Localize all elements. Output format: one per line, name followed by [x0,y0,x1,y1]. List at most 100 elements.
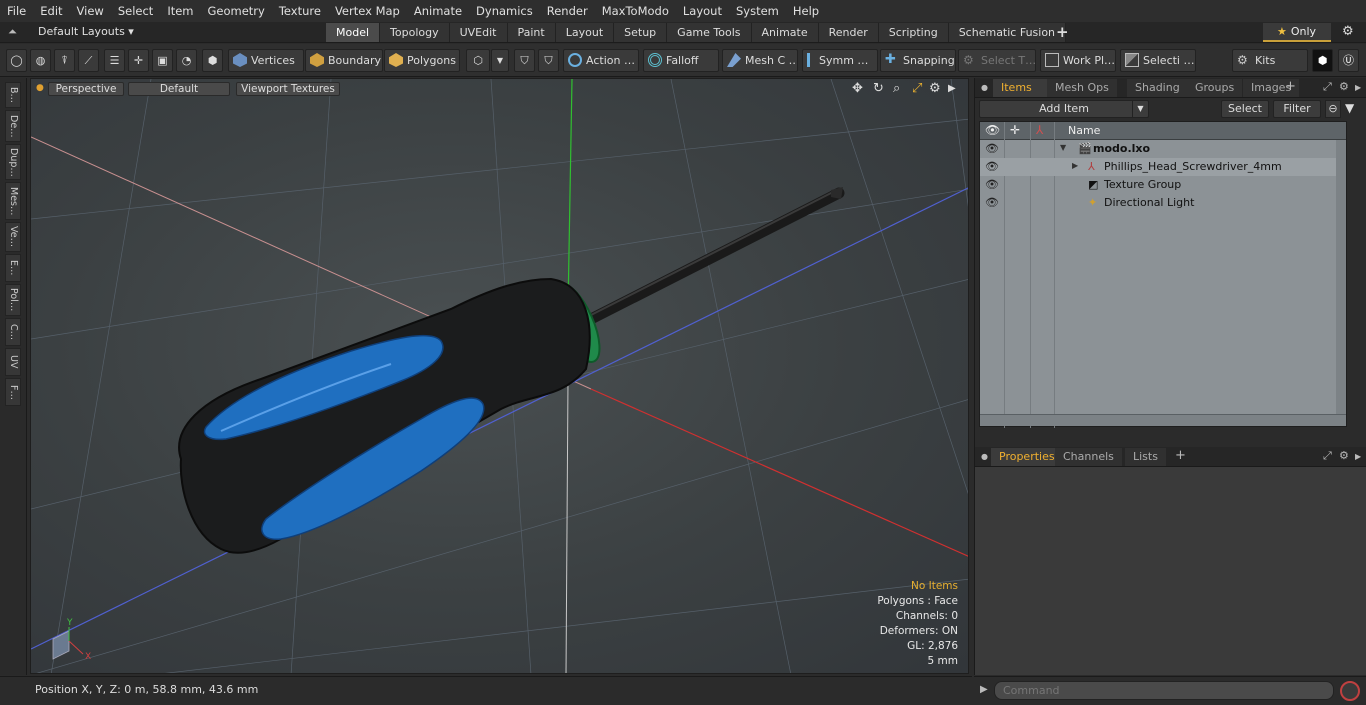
align-icon[interactable]: ☰ [104,49,125,72]
mesh-constraint-button[interactable]: Mesh C … [722,49,798,72]
command-history-arrow-icon[interactable]: ▶ [980,684,988,695]
tab-properties[interactable]: Properties [991,448,1063,466]
panel-maximize-icon[interactable]: ⤢ [1323,449,1332,463]
menu-animate[interactable]: Animate [407,0,469,22]
action-center-button[interactable]: Action … [563,49,639,72]
add-tab-icon[interactable]: + [1056,23,1069,41]
menu-geometry[interactable]: Geometry [201,0,272,22]
symmetry-y-icon[interactable]: ⛉ [538,49,559,72]
tab-animate[interactable]: Animate [751,23,819,42]
select-through-button[interactable]: ⚙ Select T… [958,49,1036,72]
horizontal-scrollbar[interactable] [980,414,1346,426]
tab-groups[interactable]: Groups [1187,79,1243,97]
gear-icon[interactable]: ⚙ [1342,24,1354,39]
tab-paint[interactable]: Paint [507,23,556,42]
menu-edit[interactable]: Edit [33,0,69,22]
menu-system[interactable]: System [729,0,786,22]
menu-vertex-map[interactable]: Vertex Map [328,0,407,22]
visibility-column-icon[interactable]: 👁 [985,123,1000,137]
menu-file[interactable]: File [0,0,33,22]
tab-layout[interactable]: Layout [555,23,615,42]
funnel-icon[interactable]: ▼ [1345,101,1354,115]
viewport-menu-dot[interactable]: ● [36,83,44,93]
command-input[interactable] [994,681,1334,700]
tab-topology[interactable]: Topology [380,23,450,42]
shading-dropdown[interactable]: Default [128,82,230,96]
chevron-down-icon[interactable]: ▼ [491,49,509,72]
scene-canvas[interactable]: X Y [31,79,969,674]
item-mode-icon[interactable]: ⬢ [202,49,223,72]
pen-icon[interactable]: ⍒ [54,49,75,72]
eye-icon[interactable]: 👁 [985,178,999,191]
selection-sets-button[interactable]: Selecti … [1120,49,1196,72]
tab-game-tools[interactable]: Game Tools [667,23,752,42]
tab-lists[interactable]: Lists [1125,448,1166,466]
zoom-icon[interactable]: ⌕ [893,81,900,96]
kits-button[interactable]: ⚙ Kits [1232,49,1308,72]
falloff-button[interactable]: Falloff [643,49,719,72]
menu-item[interactable]: Item [160,0,200,22]
vertices-button[interactable]: Vertices [228,49,304,72]
vertical-scrollbar[interactable] [1336,140,1346,416]
filter-button[interactable]: Filter [1273,100,1321,118]
menu-texture[interactable]: Texture [272,0,328,22]
tab-model[interactable]: Model [326,23,381,42]
chevron-down-icon[interactable]: ▼ [1132,101,1148,117]
tab-mesh-ops[interactable]: Mesh Ops [1047,79,1117,97]
record-macro-icon[interactable] [1340,681,1360,701]
tool-tab-uv[interactable]: UV [5,348,21,376]
tool-tab-deform[interactable]: De… [5,110,21,142]
boundary-button[interactable]: Boundary [305,49,383,72]
add-panel-tab-icon[interactable]: + [1175,448,1186,463]
work-plane-button[interactable]: Work Pl… [1040,49,1116,72]
only-button[interactable]: ★ Only [1263,23,1331,42]
menu-view[interactable]: View [70,0,111,22]
unreal-icon[interactable]: Ⓤ [1338,49,1359,72]
tab-schematic-fusion[interactable]: Schematic Fusion [948,23,1067,42]
tool-tab-vertex[interactable]: Ve… [5,222,21,252]
pan-icon[interactable]: ✥ [852,81,863,96]
brush-icon[interactable]: ⟋ [78,49,99,72]
name-column-header[interactable]: Name [1068,124,1100,137]
add-item-button[interactable]: Add Item ▼ [979,100,1149,118]
viewport-textures-dropdown[interactable]: Viewport Textures [236,82,340,96]
material-icon[interactable]: ⬡ [466,49,490,72]
tab-uvedit[interactable]: UVEdit [449,23,508,42]
add-panel-tab-icon[interactable]: + [1285,79,1296,94]
menu-select[interactable]: Select [111,0,160,22]
menu-layout[interactable]: Layout [676,0,729,22]
panel-menu-dot[interactable]: ● [981,452,988,461]
collapse-triangle-icon[interactable]: ▶ [1072,161,1078,170]
tree-row-texture-group[interactable]: 👁 ◩ Texture Group [980,176,1346,194]
maximize-icon[interactable]: ⤢ [912,81,922,96]
menu-maxtomodo[interactable]: MaxToModo [595,0,676,22]
collapse-icon[interactable]: ⊖ [1325,100,1341,118]
tree-row-light[interactable]: 👁 ✦ Directional Light [980,194,1346,212]
viewport-gear-icon[interactable]: ⚙ [929,81,941,96]
center-icon[interactable]: ✛ [128,49,149,72]
type-column-icon[interactable]: ⅄ [1036,123,1043,137]
expand-triangle-icon[interactable]: ▼ [1060,143,1066,152]
sphere-icon[interactable]: ◔ [176,49,197,72]
eye-icon[interactable]: 👁 [985,160,999,173]
viewport-play-icon[interactable]: ▶ [948,83,956,94]
tab-scripting[interactable]: Scripting [878,23,949,42]
snapping-button[interactable]: ✚ Snapping [880,49,956,72]
tool-tab-duplicate[interactable]: Dup… [5,144,21,180]
tool-tab-curve[interactable]: C… [5,318,21,346]
tree-row-mesh[interactable]: 👁 ▶ ⅄ Phillips_Head_Screwdriver_4mm [980,158,1346,176]
menu-help[interactable]: Help [786,0,826,22]
layout-dropdown[interactable]: Default Layouts ▾ [38,25,134,38]
tool-tab-fusion[interactable]: F… [5,378,21,406]
panel-arrow-icon[interactable]: ▶ [1355,452,1361,461]
perspective-dropdown[interactable]: Perspective [48,82,124,96]
menu-render[interactable]: Render [540,0,595,22]
panel-menu-dot[interactable]: ● [981,83,988,92]
tab-channels[interactable]: Channels [1055,448,1122,466]
layout-toggle-icon[interactable]: ⏶ [8,25,17,39]
item-list[interactable]: 👁 ✛ ⅄ Name 👁 ▼ 🎬 modo.lxo 👁 ▶ ⅄ Phillips… [979,121,1347,428]
panel-maximize-icon[interactable]: ⤢ [1323,80,1332,94]
tree-row-scene[interactable]: 👁 ▼ 🎬 modo.lxo [980,140,1346,158]
tool-tab-basic[interactable]: B… [5,82,21,108]
menu-dynamics[interactable]: Dynamics [469,0,540,22]
